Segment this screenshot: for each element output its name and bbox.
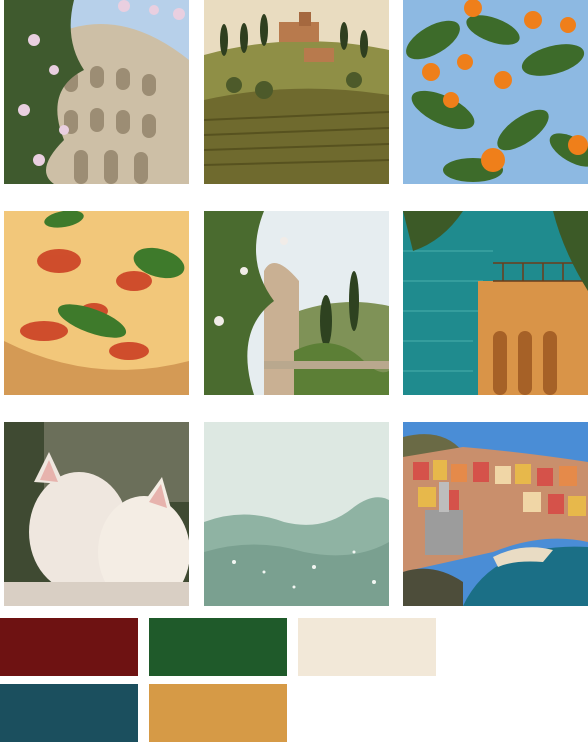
photo-tuscan-hills	[204, 0, 389, 184]
cinque-terre-image	[403, 422, 588, 606]
photo-orange-tree	[403, 0, 588, 184]
photo-colosseum	[4, 0, 189, 184]
color-swatch-3	[298, 618, 436, 676]
tuscan-hills-image	[204, 0, 389, 184]
colosseum-image	[4, 0, 189, 184]
kittens-image	[4, 422, 189, 606]
orange-tree-image	[403, 0, 588, 184]
sea-wave-image	[204, 422, 389, 606]
seaside-balcony-image	[403, 211, 588, 395]
color-swatch-2	[149, 618, 287, 676]
pizza-image	[4, 211, 189, 395]
color-swatch-1	[0, 618, 138, 676]
photo-margherita-pizza	[4, 211, 189, 395]
photo-cinque-terre	[403, 422, 588, 606]
garden-terrace-image	[204, 211, 389, 395]
color-swatch-5	[149, 684, 287, 742]
photo-sea-wave	[204, 422, 389, 606]
photo-kittens	[4, 422, 189, 606]
photo-seaside-balcony	[403, 211, 588, 395]
photo-garden-terrace	[204, 211, 389, 395]
color-swatch-4	[0, 684, 138, 742]
